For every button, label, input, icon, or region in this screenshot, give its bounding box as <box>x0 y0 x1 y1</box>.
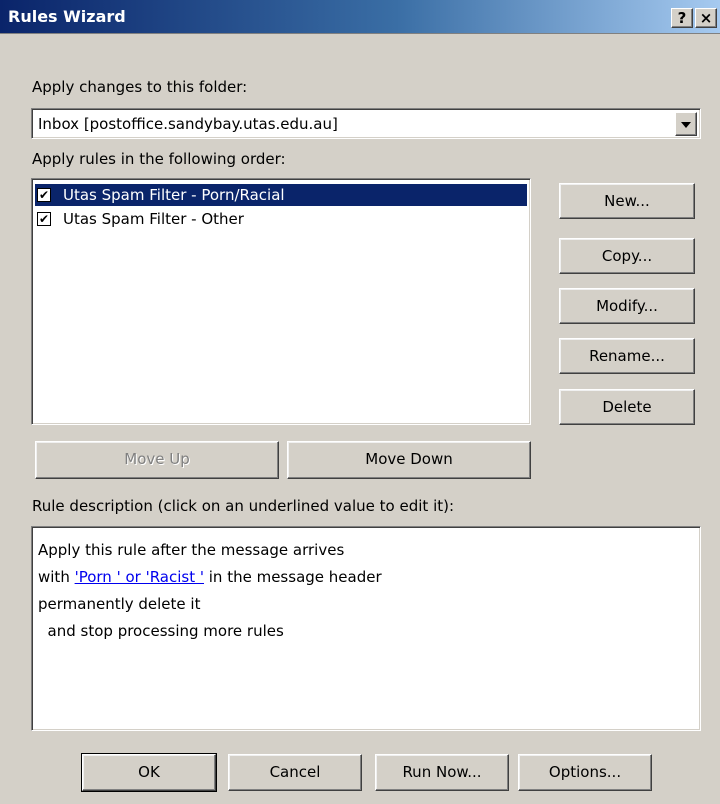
help-button[interactable]: ? <box>671 8 693 28</box>
condition-value-link[interactable]: 'Porn ' or 'Racist ' <box>75 568 204 586</box>
folder-combo[interactable]: Inbox [postoffice.sandybay.utas.edu.au] <box>31 108 701 139</box>
dropdown-arrow-button[interactable] <box>675 112 697 136</box>
delete-button[interactable]: Delete <box>559 389 695 425</box>
action-value-link: permanently delete it <box>38 595 201 613</box>
folder-value: Inbox [postoffice.sandybay.utas.edu.au] <box>38 115 338 133</box>
run-now-button[interactable]: Run Now... <box>375 754 509 791</box>
rule-label: Utas Spam Filter - Porn/Racial <box>63 186 285 204</box>
description-line: and stop processing more rules <box>38 622 284 640</box>
description-text: with <box>38 568 75 586</box>
rule-description-label: Rule description (click on an underlined… <box>32 497 455 515</box>
cancel-button[interactable]: Cancel <box>228 754 362 791</box>
rule-checkbox[interactable]: ✔ <box>37 212 51 226</box>
description-line: Apply this rule after the message arrive… <box>38 541 345 559</box>
chevron-down-icon <box>681 122 691 128</box>
new-button[interactable]: New... <box>559 183 695 219</box>
description-text: in the message header <box>204 568 382 586</box>
close-button[interactable]: × <box>695 8 717 28</box>
rename-button[interactable]: Rename... <box>559 338 695 374</box>
rule-item[interactable]: ✔ Utas Spam Filter - Other <box>35 208 527 230</box>
options-button[interactable]: Options... <box>518 754 652 791</box>
rule-checkbox[interactable]: ✔ <box>37 188 51 202</box>
rule-label: Utas Spam Filter - Other <box>63 210 244 228</box>
folder-label: Apply changes to this folder: <box>32 78 248 96</box>
rule-item[interactable]: ✔ Utas Spam Filter - Porn/Racial <box>35 184 527 206</box>
modify-button[interactable]: Modify... <box>559 288 695 324</box>
description-line: with 'Porn ' or 'Racist ' in the message… <box>38 568 382 586</box>
move-up-button[interactable]: Move Up <box>35 441 279 479</box>
rules-order-label: Apply rules in the following order: <box>32 150 286 168</box>
title-bar: Rules Wizard ? × <box>0 0 720 34</box>
rule-description-box: Apply this rule after the message arrive… <box>31 526 701 731</box>
ok-button[interactable]: OK <box>81 753 217 792</box>
rules-list[interactable]: ✔ Utas Spam Filter - Porn/Racial ✔ Utas … <box>31 178 531 425</box>
window-title: Rules Wizard <box>8 7 126 26</box>
copy-button[interactable]: Copy... <box>559 238 695 274</box>
move-down-button[interactable]: Move Down <box>287 441 531 479</box>
